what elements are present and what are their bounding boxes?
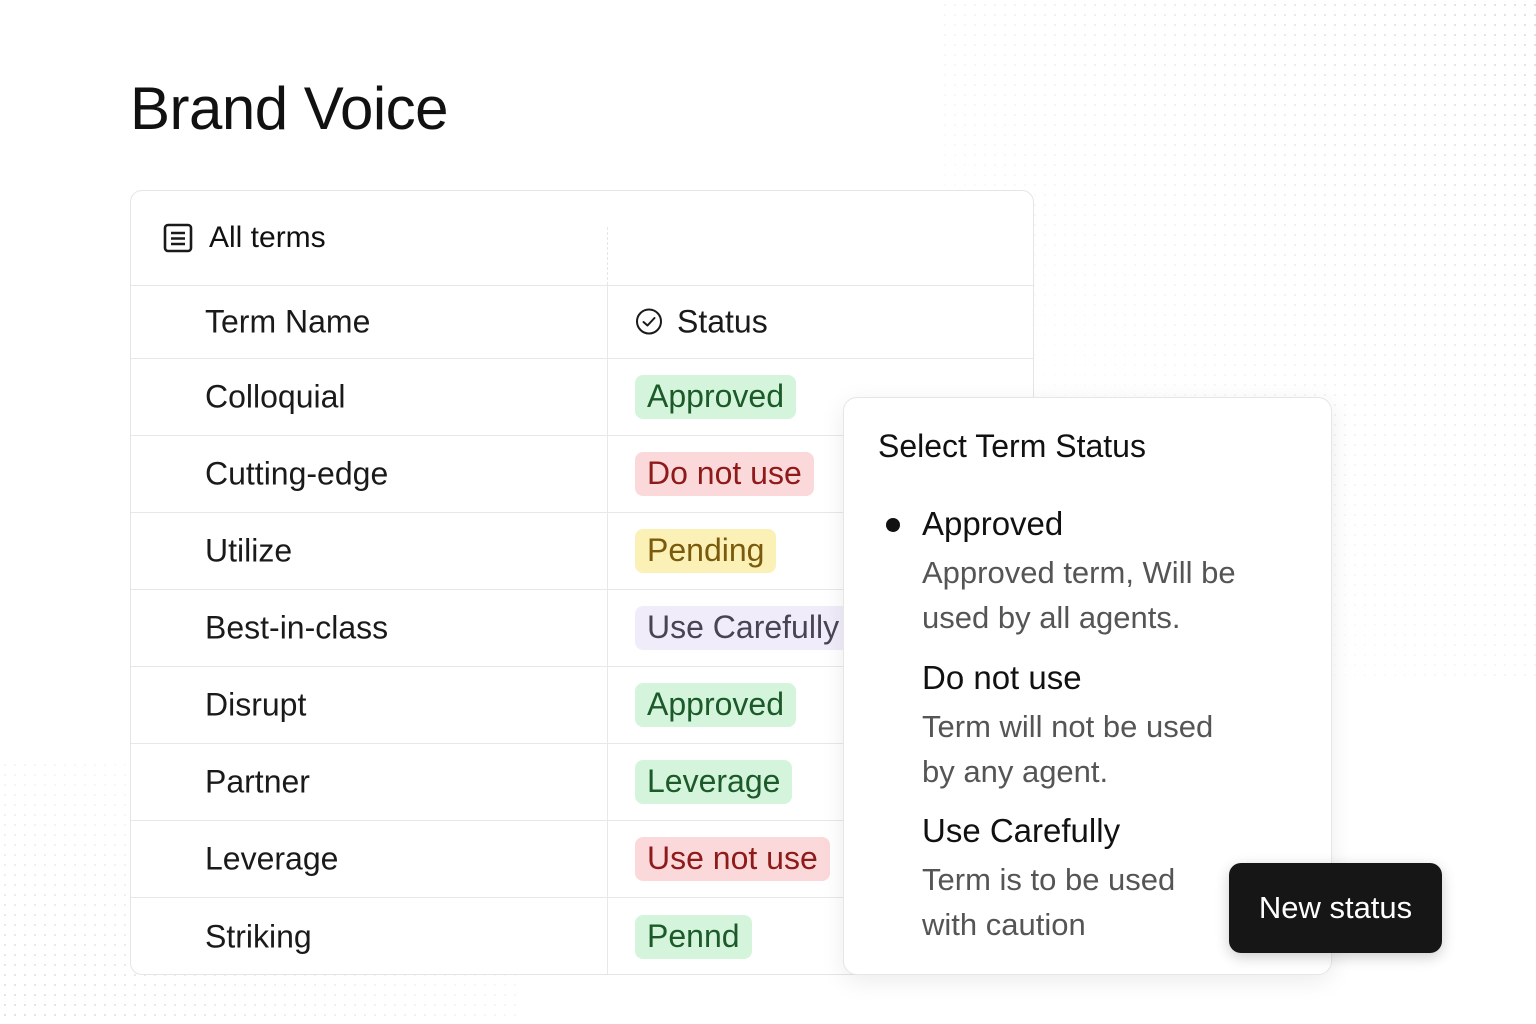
view-header: All terms [131,191,1033,286]
status-badge[interactable]: Pennd [635,914,752,959]
term-name: Partner [205,763,310,800]
status-option-approved[interactable]: Approved Approved term, Will be used by … [886,502,1302,640]
option-description: Approved term, Will be used by all agent… [922,550,1302,640]
term-name: Striking [205,918,312,954]
selected-bullet-icon [886,518,900,532]
option-description-line: Term will not be used [922,709,1214,744]
term-name: Disrupt [205,686,307,723]
status-badge[interactable]: Use Carefully [635,606,852,650]
page-title: Brand Voice [130,75,449,142]
status-option-do-not-use[interactable]: Do not use Term will not be used by any … [922,656,1302,794]
header-divider [607,227,608,285]
option-label: Approved [922,505,1064,542]
option-description: Term will not be used by any agent. [922,704,1302,794]
status-badge[interactable]: Pending [635,529,777,573]
column-header-status[interactable]: Status [635,303,768,340]
option-description-line: used by all agents. [922,600,1181,635]
popover-title: Select Term Status [878,428,1146,464]
term-name: Utilize [205,532,293,569]
status-badge[interactable]: Leverage [635,760,793,804]
term-name: Colloquial [205,378,346,415]
status-badge[interactable]: Use not use [635,837,830,881]
status-badge[interactable]: Do not use [635,452,814,496]
term-name: Cutting-edge [205,455,389,492]
term-name: Best-in-class [205,609,389,646]
option-description-line: by any agent. [922,754,1109,789]
status-badge[interactable]: Approved [635,375,796,419]
document-list-icon [163,223,193,253]
option-description-line: Approved term, Will be [922,555,1236,590]
status-header-label: Status [677,303,768,339]
status-badge[interactable]: Approved [635,683,796,727]
new-status-button[interactable]: New status [1229,863,1442,953]
option-label: Use Carefully [922,812,1121,849]
check-circle-icon [636,308,662,335]
option-label: Do not use [922,659,1082,696]
view-tab-all-terms[interactable]: All terms [209,221,326,255]
table-header-row: Term Name Status [131,285,1033,359]
column-header-term-name[interactable]: Term Name [205,303,370,340]
term-name: Leverage [205,840,339,877]
